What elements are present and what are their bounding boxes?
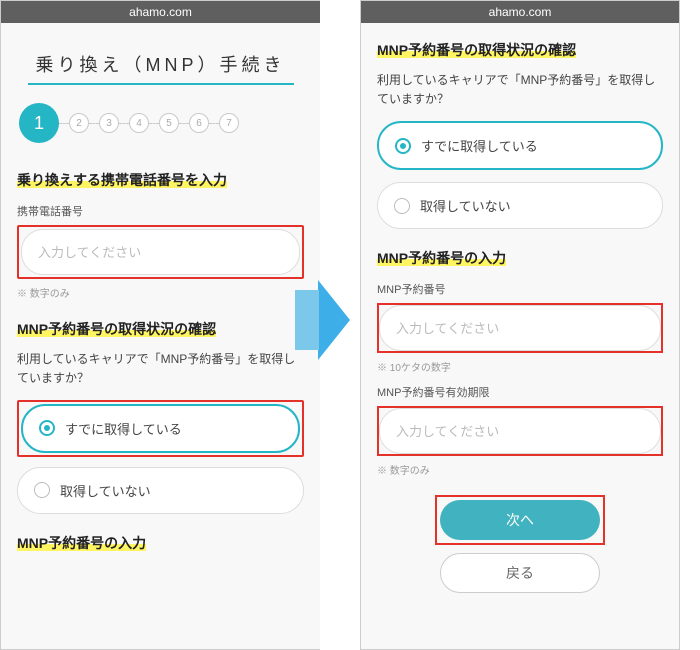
option-already-obtained[interactable]: すでに取得している	[377, 121, 663, 170]
step-dash	[59, 123, 69, 124]
radio-icon	[394, 198, 410, 214]
exp-input[interactable]: 入力してください	[379, 408, 661, 454]
highlight-exp-input: 入力してください	[377, 406, 663, 456]
step-7: 7	[219, 113, 239, 133]
option-not-obtained[interactable]: 取得していない	[17, 467, 304, 514]
phone-right: ahamo.com MNP予約番号の取得状況の確認 利用しているキャリアで「MN…	[360, 0, 680, 650]
step-1: 1	[19, 103, 59, 143]
highlight-option-yes: すでに取得している	[17, 400, 304, 457]
address-bar: ahamo.com	[1, 1, 320, 23]
stepper: 1 2 3 4 5 6 7	[19, 103, 304, 143]
step-dash	[179, 123, 189, 124]
step-6: 6	[189, 113, 209, 133]
resv-label: MNP予約番号	[377, 281, 663, 297]
content-left: 乗り換え（MNP）手続き 1 2 3 4 5 6 7 乗り換えする携帯電話番号を…	[1, 23, 320, 556]
option-label: 取得していない	[60, 481, 151, 500]
step-3: 3	[99, 113, 119, 133]
content-right: MNP予約番号の取得状況の確認 利用しているキャリアで「MNP予約番号」を取得し…	[361, 23, 679, 593]
mnp-status-body: 利用しているキャリアで「MNP予約番号」を取得していますか？	[377, 71, 663, 109]
option-label: すでに取得している	[65, 419, 182, 438]
resv-input[interactable]: 入力してください	[379, 305, 661, 351]
mnp-status-body: 利用しているキャリアで「MNP予約番号」を取得していますか？	[17, 350, 304, 388]
highlight-resv-input: 入力してください	[377, 303, 663, 353]
option-already-obtained[interactable]: すでに取得している	[21, 404, 300, 453]
option-not-obtained[interactable]: 取得していない	[377, 182, 663, 229]
section-mnp-number-head: MNP予約番号の入力	[377, 250, 506, 266]
exp-note: ※ 数字のみ	[377, 462, 663, 477]
step-5: 5	[159, 113, 179, 133]
radio-icon	[395, 138, 411, 154]
highlight-phone-input: 入力してください	[17, 225, 304, 279]
exp-label: MNP予約番号有効期限	[377, 384, 663, 400]
cutoff-heading: MNP予約番号の入力	[17, 532, 304, 556]
step-4: 4	[129, 113, 149, 133]
highlight-next-button: 次へ	[435, 495, 605, 545]
next-button[interactable]: 次へ	[440, 500, 600, 540]
step-dash	[149, 123, 159, 124]
step-dash	[209, 123, 219, 124]
section-mnp-status-head: MNP予約番号の取得状況の確認	[17, 321, 216, 337]
option-label: 取得していない	[420, 196, 511, 215]
phone-placeholder: 入力してください	[38, 245, 141, 260]
step-dash	[119, 123, 129, 124]
option-label: すでに取得している	[421, 136, 538, 155]
phone-note: ※ 数字のみ	[17, 285, 304, 300]
radio-icon	[34, 482, 50, 498]
phone-label: 携帯電話番号	[17, 203, 304, 219]
resv-note: ※ 10ケタの数字	[377, 359, 663, 374]
radio-icon	[39, 420, 55, 436]
exp-placeholder: 入力してください	[396, 424, 499, 439]
phone-input[interactable]: 入力してください	[21, 229, 300, 275]
step-2: 2	[69, 113, 89, 133]
arrow-right-icon	[318, 280, 350, 360]
step-dash	[89, 123, 99, 124]
section-mnp-status-head: MNP予約番号の取得状況の確認	[377, 42, 576, 58]
phone-left: ahamo.com 乗り換え（MNP）手続き 1 2 3 4 5 6 7 乗り換…	[0, 0, 320, 650]
section-phone-head: 乗り換えする携帯電話番号を入力	[17, 172, 227, 188]
resv-placeholder: 入力してください	[396, 321, 499, 336]
back-button[interactable]: 戻る	[440, 553, 600, 593]
address-bar: ahamo.com	[361, 1, 679, 23]
page-title: 乗り換え（MNP）手続き	[28, 47, 294, 85]
